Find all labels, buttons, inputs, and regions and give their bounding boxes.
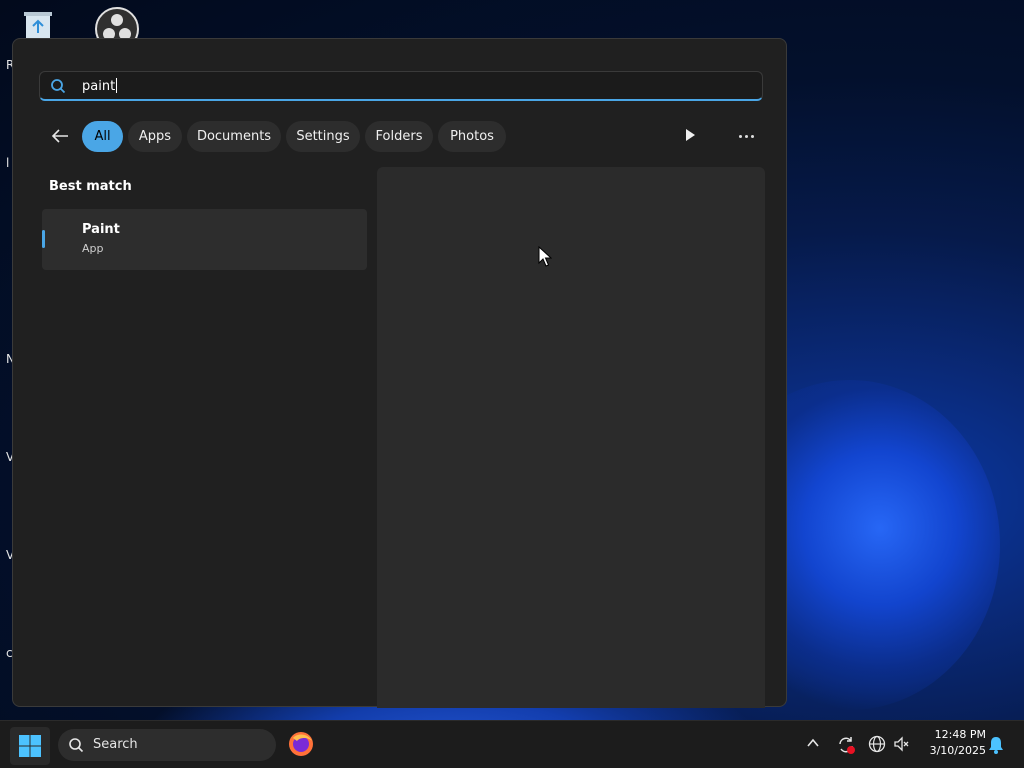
firefox-icon[interactable] <box>288 731 314 761</box>
result-name: Paint <box>82 222 120 237</box>
sync-alert-icon[interactable] <box>836 735 856 755</box>
clock-date: 3/10/2025 <box>929 744 986 757</box>
search-icon <box>68 737 84 757</box>
play-icon[interactable] <box>683 127 701 145</box>
filter-chip-label: All <box>94 129 111 144</box>
filter-chip-label: Documents <box>196 129 272 144</box>
more-options-icon[interactable] <box>735 127 757 145</box>
section-title-best-match: Best match <box>49 179 132 194</box>
text-caret <box>116 78 118 93</box>
filter-chip-settings[interactable]: Settings <box>286 121 360 152</box>
taskbar-search-box[interactable]: Search <box>58 729 276 761</box>
filter-chip-label: Apps <box>138 129 172 144</box>
taskbar: Search 12:48 PM 3/10/2025 <box>0 720 1024 768</box>
search-query: paint <box>82 79 116 94</box>
search-icon <box>50 78 66 98</box>
filter-chip-label: Settings <box>296 129 350 144</box>
windows-start-icon[interactable] <box>10 727 50 765</box>
result-type: App <box>82 242 104 255</box>
taskbar-search-placeholder: Search <box>93 737 138 752</box>
mouse-cursor-icon <box>538 245 553 272</box>
filter-chip-documents[interactable]: Documents <box>187 121 281 152</box>
filter-chip-folders[interactable]: Folders <box>365 121 433 152</box>
filter-chip-all[interactable]: All <box>82 121 123 152</box>
result-preview-pane <box>377 167 765 708</box>
search-input[interactable]: paint <box>39 71 763 101</box>
bell-icon[interactable] <box>988 736 1004 758</box>
network-globe-icon[interactable] <box>868 735 888 755</box>
filter-chip-photos[interactable]: Photos <box>438 121 506 152</box>
chevron-up-icon[interactable] <box>805 735 825 755</box>
selection-indicator <box>42 230 45 248</box>
system-clock[interactable]: 12:48 PM 3/10/2025 <box>914 727 986 759</box>
filter-chip-apps[interactable]: Apps <box>128 121 182 152</box>
best-match-result[interactable]: Paint App <box>42 209 367 270</box>
filter-chip-label: Photos <box>450 129 494 144</box>
back-arrow-icon[interactable] <box>49 125 71 147</box>
clock-time: 12:48 PM <box>934 728 986 741</box>
volume-muted-icon[interactable] <box>893 735 913 755</box>
desktop-icon-label: l <box>6 156 10 170</box>
search-flyout: paint All Apps Documents Settings Folder… <box>12 38 787 708</box>
filter-chip-label: Folders <box>375 129 423 144</box>
